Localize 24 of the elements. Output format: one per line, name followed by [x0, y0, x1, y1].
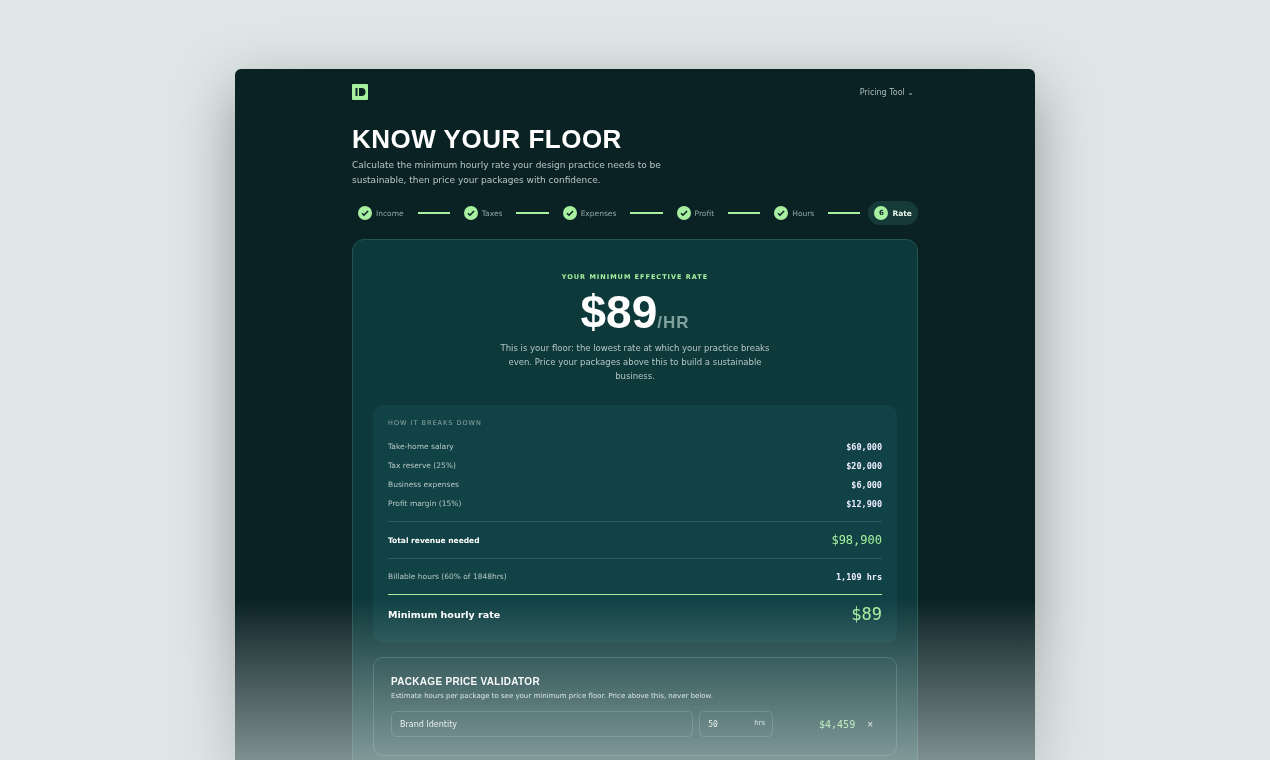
check-icon [463, 206, 478, 220]
rate-value: $89 [580, 287, 658, 337]
page-subtitle: Calculate the minimum hourly rate your design practice needs to be sustainable, then price your packages with confidence. [352, 159, 662, 187]
check-icon [676, 206, 691, 220]
page-title: KNOW YOUR FLOOR [352, 124, 623, 154]
logo-icon [352, 84, 368, 100]
row-value: $98,900 [831, 533, 882, 547]
row-label: Minimum hourly rate [388, 608, 501, 620]
check-icon [358, 206, 372, 220]
pricing-tool-menu[interactable]: Pricing Tool ⌄ [855, 87, 918, 97]
package-name-field[interactable]: Brand Identity [391, 711, 694, 737]
validator-title: PACKAGE PRICE VALIDATOR [391, 676, 541, 687]
row-value: 1,109 hrs [835, 571, 882, 582]
check-icon [562, 206, 577, 220]
row-value: $89 [851, 604, 882, 624]
row-value: $12,900 [846, 498, 882, 509]
result-description: This is your floor: the lowest rate at which your practice breaks even. Price your packages above this to build a sustainable business. [500, 342, 770, 383]
row-value: $20,000 [846, 460, 882, 471]
package-price: $4,459 [818, 718, 856, 730]
rate-unit: /HR [657, 313, 690, 333]
check-icon [774, 206, 789, 220]
remove-button[interactable]: × [861, 718, 879, 730]
row-value: $6,000 [851, 479, 882, 490]
row-value: $60,000 [846, 441, 882, 452]
